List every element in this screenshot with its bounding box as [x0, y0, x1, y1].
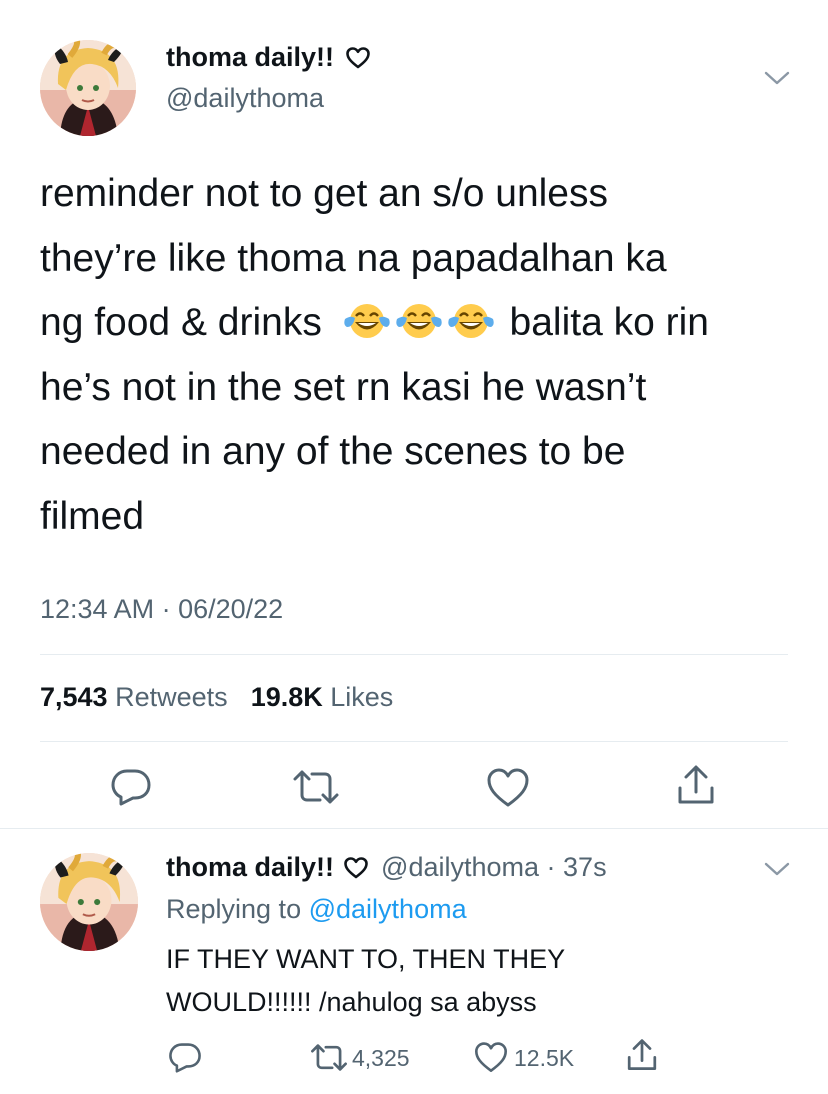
tweet-text-segment: ng food & drinks: [40, 301, 322, 344]
tweet-text-line: filmed: [40, 494, 145, 538]
reply-text-line: WOULD!!!!!! /nahulog sa abyss: [166, 987, 537, 1017]
divider: [40, 654, 788, 655]
retweet-icon[interactable]: [310, 1043, 348, 1072]
replying-to: Replying to @dailythoma: [166, 894, 467, 925]
tweet-timestamp[interactable]: 12:34 AM · 06/20/22: [40, 594, 283, 625]
tweet-text-line: he’s not in the set rn kasi he wasn’t: [40, 365, 647, 409]
tweet-text-line: ng food & drinks balita ko rin: [40, 291, 800, 356]
avatar[interactable]: [40, 853, 138, 951]
reply-text-line: IF THEY WANT TO, THEN THEY: [166, 944, 566, 974]
heart-outline-icon: [345, 47, 370, 69]
avatar[interactable]: [40, 40, 136, 136]
share-icon[interactable]: [676, 764, 716, 806]
retweet-icon[interactable]: [292, 769, 340, 805]
chevron-down-icon[interactable]: [764, 861, 790, 877]
heart-icon[interactable]: [474, 1042, 508, 1073]
reply-time[interactable]: · 37s: [547, 852, 607, 882]
retweets-count[interactable]: 7,543: [40, 682, 108, 712]
tears-of-joy-emoji: [447, 297, 495, 338]
tweet-text-line: needed in any of the scenes to be: [40, 430, 626, 473]
likes-label[interactable]: Likes: [330, 682, 393, 712]
reply-likes-count[interactable]: 12.5K: [514, 1045, 574, 1072]
tweet-text-segment: balita ko rin: [509, 301, 709, 344]
reply-author-name[interactable]: thoma daily!!: [166, 852, 334, 882]
divider: [40, 741, 788, 742]
tears-of-joy-emoji: [395, 297, 443, 338]
retweets-label[interactable]: Retweets: [115, 682, 228, 712]
chevron-down-icon[interactable]: [764, 70, 790, 86]
author-name[interactable]: thoma daily!!: [166, 42, 334, 72]
likes-count[interactable]: 19.8K: [251, 682, 323, 712]
reply-author-handle[interactable]: @dailythoma: [381, 852, 539, 882]
share-icon[interactable]: [626, 1038, 658, 1072]
replying-to-handle[interactable]: @dailythoma: [309, 894, 467, 924]
reply-text: IF THEY WANT TO, THEN THEY WOULD!!!!!! /…: [166, 938, 565, 1024]
reply-header: thoma daily!! @dailythoma · 37s: [166, 852, 607, 883]
tweet-stats: 7,543 Retweets 19.8K Likes: [40, 682, 393, 713]
reply-icon[interactable]: [110, 768, 152, 806]
heart-outline-icon: [343, 857, 368, 879]
heart-icon[interactable]: [486, 768, 530, 808]
tweet-text: reminder not to get an s/o unless they’r…: [40, 162, 800, 549]
replying-to-label: Replying to: [166, 894, 302, 924]
author-handle[interactable]: @dailythoma: [166, 83, 324, 114]
tears-of-joy-emoji: [343, 297, 391, 338]
reply-retweets-count[interactable]: 4,325: [352, 1045, 410, 1072]
divider: [0, 828, 828, 829]
reply-icon[interactable]: [168, 1042, 202, 1073]
tweet-text-line: they’re like thoma na papadalhan ka: [40, 236, 667, 280]
tweet-text-line: reminder not to get an s/o unless: [40, 172, 608, 215]
